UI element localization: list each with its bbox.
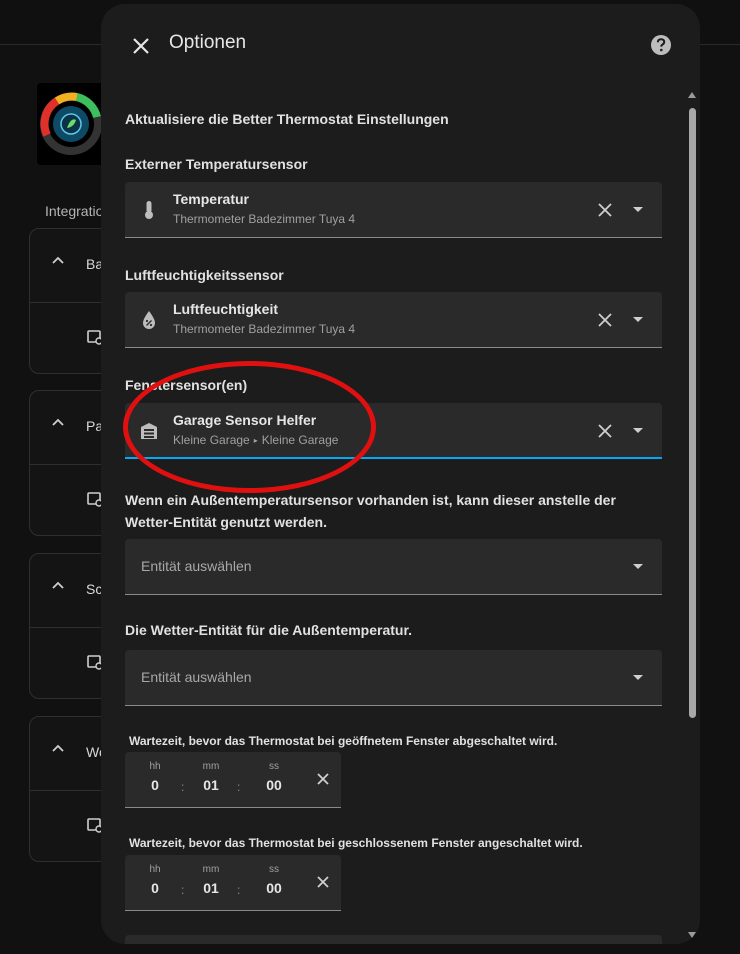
hours-value: 0 bbox=[151, 880, 159, 896]
time-separator: : bbox=[237, 883, 241, 897]
window-open-delay-label: Wartezeit, bevor das Thermostat bei geöf… bbox=[129, 734, 558, 748]
window-sensor-device: Kleine Garage bbox=[261, 433, 339, 447]
minutes-label: mm bbox=[202, 761, 220, 772]
intro-text: Aktualisiere die Better Thermostat Einst… bbox=[125, 111, 449, 127]
hours-field[interactable]: hh 0 bbox=[133, 752, 177, 808]
dropdown-arrow-icon[interactable] bbox=[633, 317, 643, 323]
hours-field[interactable]: hh 0 bbox=[133, 855, 177, 911]
clear-icon[interactable] bbox=[316, 875, 330, 889]
window-close-delay-input[interactable]: hh 0 : mm 01 : ss 00 bbox=[125, 855, 341, 911]
options-dialog: Optionen Aktualisiere die Better Thermos… bbox=[101, 4, 700, 944]
chevron-up-icon[interactable] bbox=[52, 580, 64, 592]
external-temp-label: Externer Temperatursensor bbox=[125, 156, 308, 172]
window-close-delay-label: Wartezeit, bevor das Thermostat bei gesc… bbox=[129, 836, 583, 850]
scrollbar-thumb[interactable] bbox=[689, 108, 696, 718]
outdoor-sensor-placeholder: Entität auswählen bbox=[141, 558, 252, 574]
help-circle-icon[interactable] bbox=[650, 34, 672, 56]
clear-icon[interactable] bbox=[597, 202, 613, 218]
humidity-device: Thermometer Badezimmer Tuya 4 bbox=[173, 322, 356, 336]
chevron-up-icon[interactable] bbox=[52, 743, 64, 755]
seconds-field[interactable]: ss 00 bbox=[245, 855, 303, 911]
seconds-field[interactable]: ss 00 bbox=[245, 752, 303, 808]
integrations-section-label: Integratio bbox=[45, 203, 104, 219]
integration-card-title: Sc bbox=[86, 581, 103, 597]
dialog-content: Aktualisiere die Better Thermostat Einst… bbox=[125, 84, 662, 944]
minutes-field[interactable]: mm 01 bbox=[189, 752, 233, 808]
time-separator: : bbox=[181, 780, 185, 794]
outdoor-sensor-description: Wenn ein Außentemperatursensor vorhanden… bbox=[125, 492, 616, 530]
hours-label: hh bbox=[149, 761, 161, 772]
humidity-picker[interactable]: Luftfeuchtigkeit Thermometer Badezimmer … bbox=[125, 292, 662, 348]
thermometer-icon bbox=[145, 201, 153, 219]
scroll-up-arrow-icon[interactable] bbox=[688, 92, 696, 98]
outdoor-sensor-picker[interactable]: Entität auswählen bbox=[125, 539, 662, 595]
dropdown-arrow-icon[interactable] bbox=[633, 428, 643, 434]
time-separator: : bbox=[181, 883, 185, 897]
weather-entity-picker[interactable]: Entität auswählen bbox=[125, 650, 662, 706]
scroll-down-arrow-icon[interactable] bbox=[688, 932, 696, 938]
hours-label: hh bbox=[149, 864, 161, 875]
water-percent-icon bbox=[143, 311, 155, 329]
thermostat-logo-icon bbox=[40, 92, 102, 155]
dialog-scrollbar[interactable] bbox=[687, 86, 697, 944]
window-sensor-context: Kleine Garage ▸ Kleine Garage bbox=[173, 433, 338, 447]
chevron-up-icon[interactable] bbox=[52, 417, 64, 429]
window-sensor-entity: Garage Sensor Helfer bbox=[173, 412, 317, 428]
minutes-value: 01 bbox=[203, 880, 219, 896]
seconds-value: 00 bbox=[266, 880, 282, 896]
humidity-entity: Luftfeuchtigkeit bbox=[173, 301, 278, 317]
dropdown-arrow-icon[interactable] bbox=[633, 675, 643, 681]
weather-entity-placeholder: Entität auswählen bbox=[141, 669, 252, 685]
time-separator: : bbox=[237, 780, 241, 794]
seconds-label: ss bbox=[269, 761, 279, 772]
dialog-title: Optionen bbox=[169, 32, 247, 53]
garage-icon bbox=[141, 423, 157, 439]
clear-icon[interactable] bbox=[597, 312, 613, 328]
dialog-header: Optionen bbox=[101, 4, 700, 84]
external-temp-picker[interactable]: Temperatur Thermometer Badezimmer Tuya 4 bbox=[125, 182, 662, 238]
close-icon[interactable] bbox=[129, 34, 153, 58]
external-temp-entity: Temperatur bbox=[173, 191, 249, 207]
window-sensor-picker[interactable]: Garage Sensor Helfer Kleine Garage ▸ Klein… bbox=[125, 403, 662, 459]
window-sensor-label: Fenstersensor(en) bbox=[125, 377, 248, 393]
minutes-value: 01 bbox=[203, 777, 219, 793]
minutes-field[interactable]: mm 01 bbox=[189, 855, 233, 911]
dropdown-arrow-icon[interactable] bbox=[633, 207, 643, 213]
seconds-value: 00 bbox=[266, 777, 282, 793]
weather-entity-label: Die Wetter-Entität für die Außentemperat… bbox=[125, 622, 413, 638]
window-open-delay-input[interactable]: hh 0 : mm 01 : ss 00 bbox=[125, 752, 341, 808]
external-temp-device: Thermometer Badezimmer Tuya 4 bbox=[173, 212, 356, 226]
minutes-label: mm bbox=[202, 864, 220, 875]
chevron-up-icon[interactable] bbox=[52, 255, 64, 267]
humidity-label: Luftfeuchtigkeitssensor bbox=[125, 267, 284, 283]
next-field-partial[interactable] bbox=[125, 935, 662, 944]
breadcrumb-arrow-icon: ▸ bbox=[253, 436, 258, 445]
hours-value: 0 bbox=[151, 777, 159, 793]
better-thermostat-logo bbox=[37, 83, 105, 165]
clear-icon[interactable] bbox=[316, 772, 330, 786]
dropdown-arrow-icon[interactable] bbox=[633, 564, 643, 570]
clear-icon[interactable] bbox=[597, 423, 613, 439]
seconds-label: ss bbox=[269, 864, 279, 875]
window-sensor-area: Kleine Garage bbox=[173, 433, 250, 447]
